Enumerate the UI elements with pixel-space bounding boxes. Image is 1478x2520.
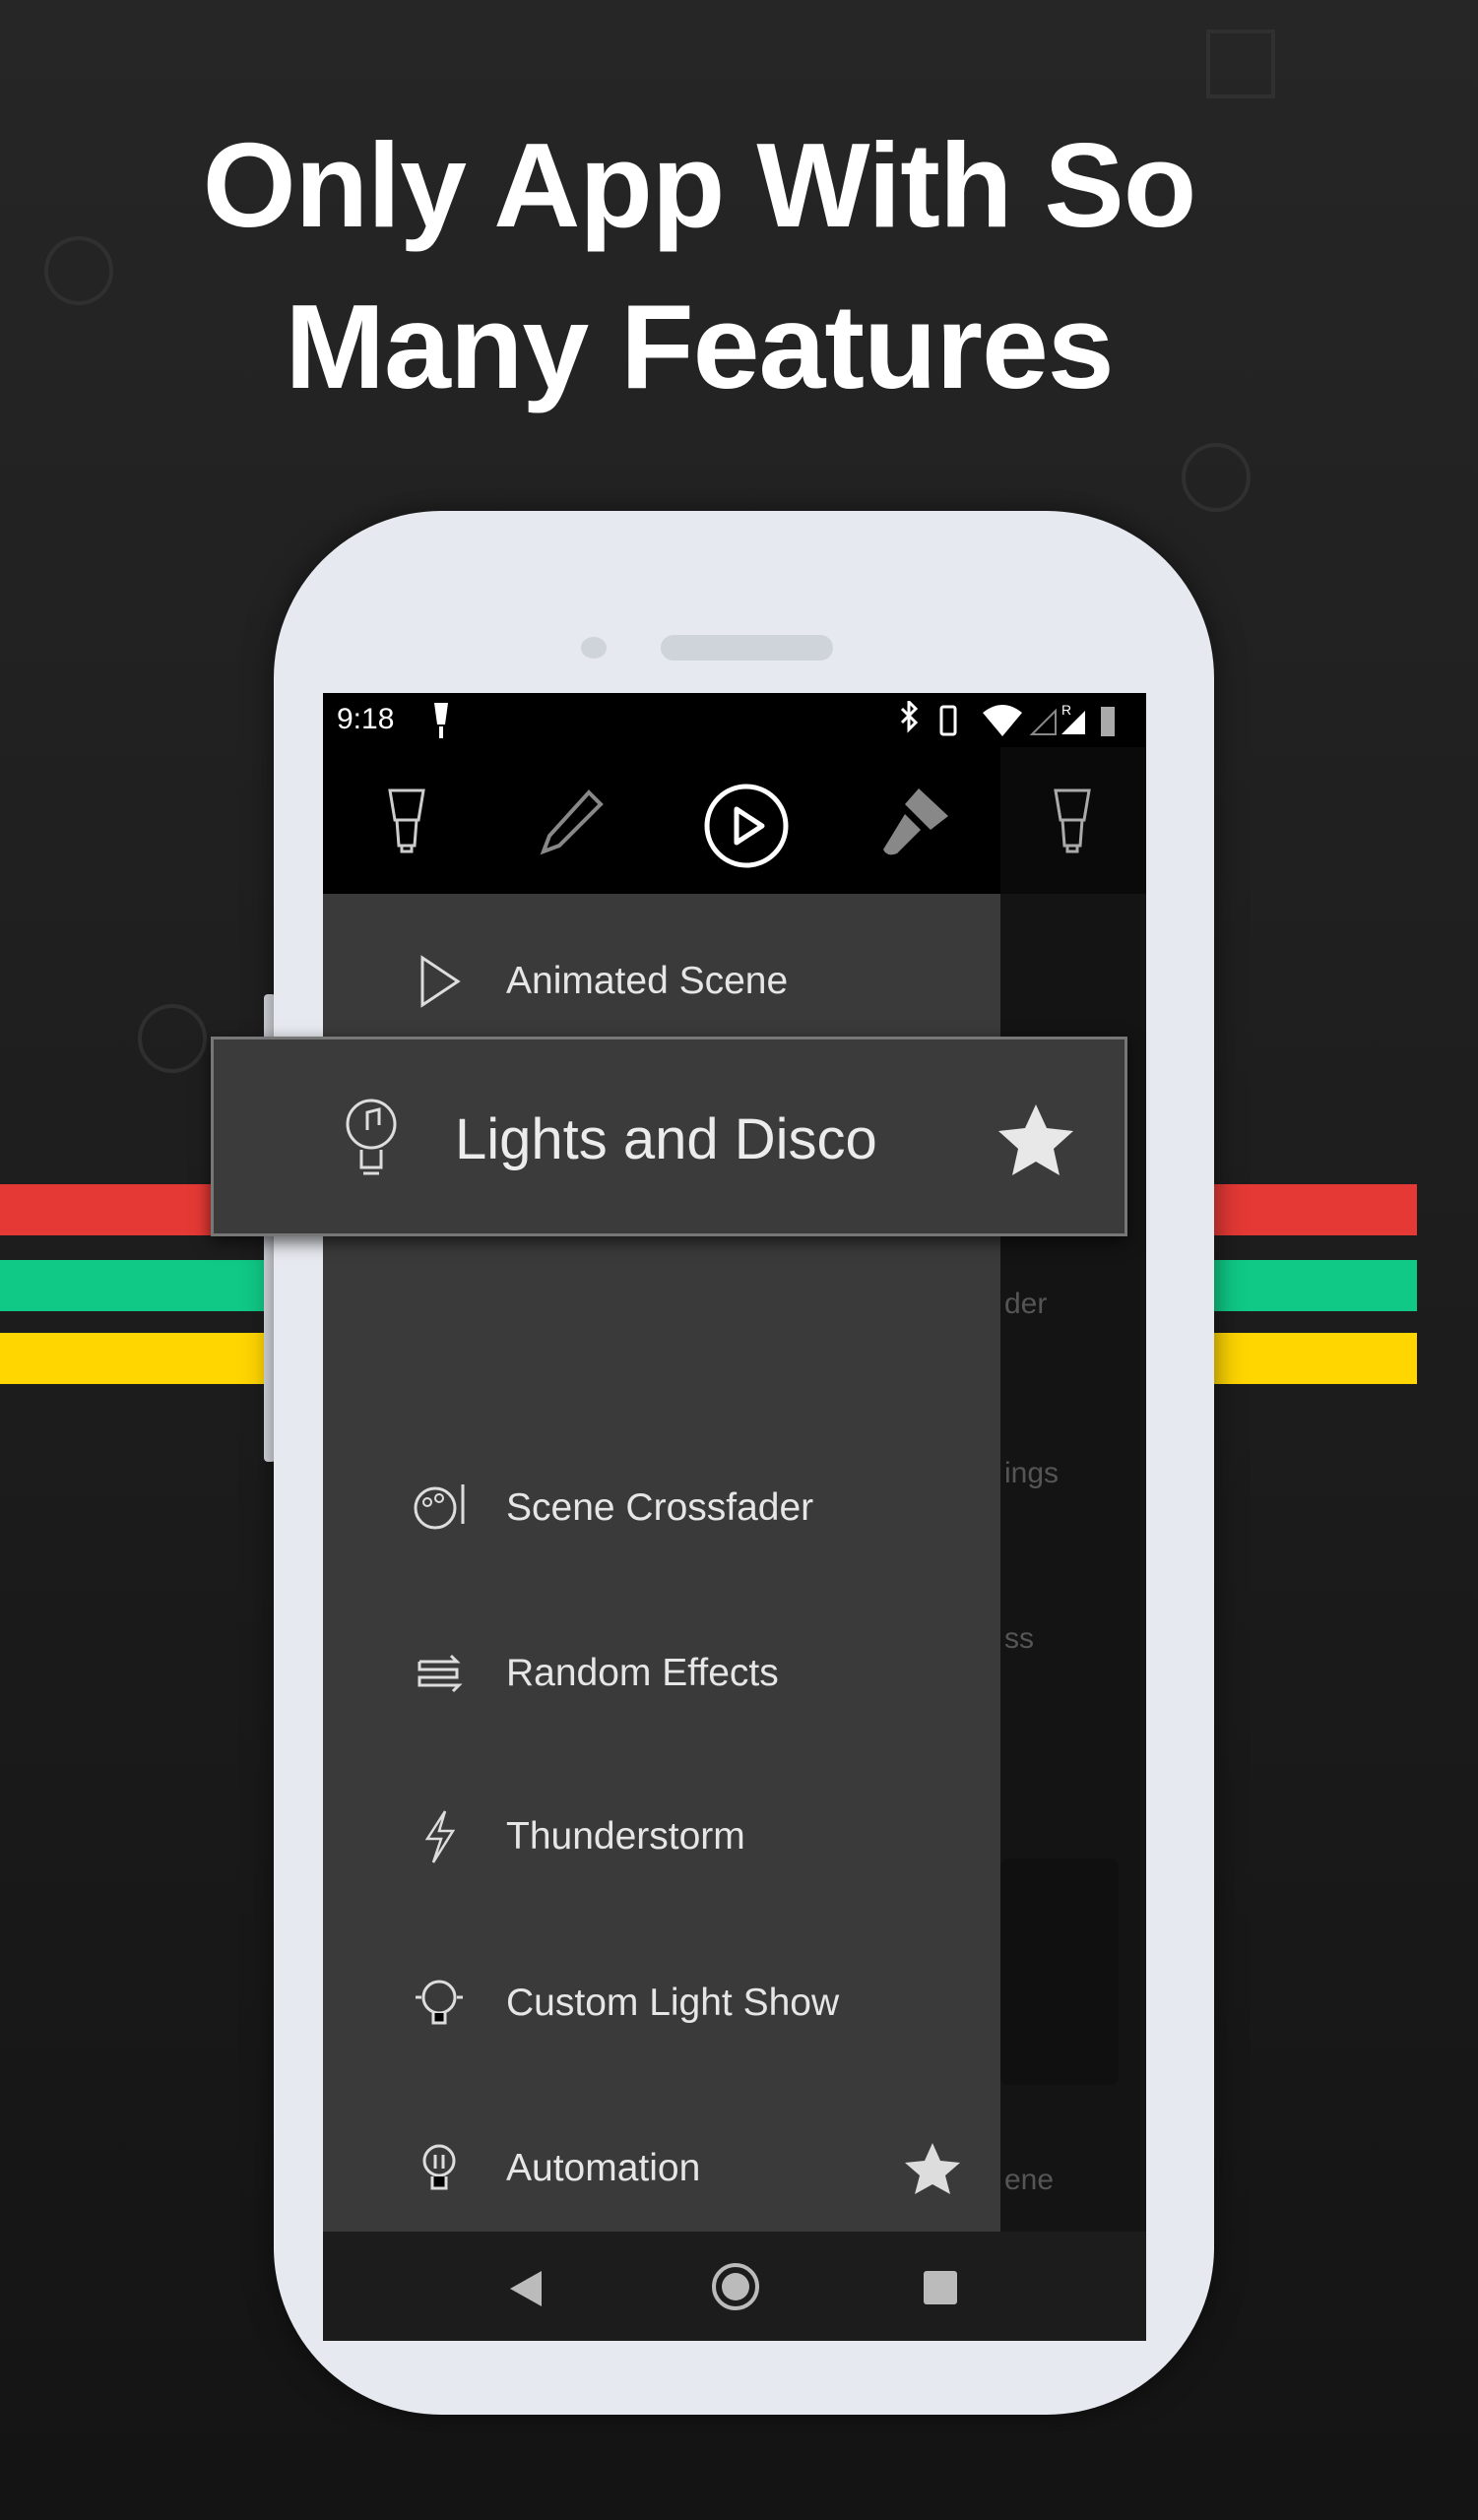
doodle-circle	[138, 1004, 207, 1073]
favorite-star-icon[interactable]	[996, 1102, 1075, 1177]
play-circle-icon[interactable]	[702, 782, 791, 870]
battery-charging-icon	[1101, 707, 1115, 736]
palette-icon	[412, 1480, 467, 1536]
system-nav-bar	[323, 2232, 1146, 2341]
vibrate-icon	[939, 705, 957, 736]
music-bulb-icon	[346, 1099, 397, 1175]
background-toolbar	[1000, 747, 1146, 894]
status-icons: R	[900, 701, 1115, 736]
headline-line2: Many Features	[285, 280, 1114, 413]
brain-bulb-icon	[412, 1976, 467, 2031]
home-icon[interactable]	[710, 2261, 761, 2312]
drawer-item-lights-and-disco[interactable]: Lights and Disco	[211, 1037, 1127, 1236]
drawer-item-animated-scene[interactable]: Animated Scene	[323, 932, 1000, 1031]
doodle-circle	[1182, 443, 1251, 512]
pencil-icon[interactable]	[540, 787, 609, 855]
drawer-item-thunderstorm[interactable]: Thunderstorm	[323, 1788, 1000, 1886]
bluetooth-icon	[900, 701, 919, 733]
signal-icon	[1029, 708, 1057, 735]
drawer-item-custom-light-show[interactable]: Custom Light Show	[323, 1954, 1000, 2052]
status-time: 9:18	[337, 703, 395, 735]
back-icon[interactable]	[508, 2269, 544, 2308]
status-bar: 9:18 R	[323, 693, 1146, 747]
headline-line1: Only App With So	[202, 118, 1197, 252]
drawer-item-automation[interactable]: Automation	[323, 2119, 1000, 2218]
phone-screen: 9:18 R der ings ss ene Animated Scene Sc…	[323, 693, 1146, 2341]
favorite-star-icon[interactable]	[904, 2141, 961, 2196]
svg-text:R: R	[1061, 702, 1071, 718]
lightning-icon	[412, 1809, 467, 1864]
bulb-icon	[412, 2141, 467, 2196]
phone-speaker	[661, 635, 833, 661]
drawer-item-random-effects[interactable]: Random Effects	[323, 1624, 1000, 1723]
lamp-icon	[434, 703, 448, 738]
top-toolbar	[323, 747, 1000, 894]
play-icon	[412, 954, 467, 1009]
shuffle-icon	[412, 1646, 467, 1701]
drawer-item-scene-crossfader[interactable]: Scene Crossfader	[323, 1459, 1000, 1557]
phone-camera	[581, 637, 607, 659]
bulb-icon[interactable]	[382, 787, 431, 855]
wifi-icon	[983, 705, 1022, 736]
paintbrush-icon[interactable]	[879, 787, 953, 855]
bulb-icon	[1054, 788, 1091, 853]
doodle-square	[1206, 30, 1275, 98]
recents-icon[interactable]	[924, 2271, 957, 2304]
